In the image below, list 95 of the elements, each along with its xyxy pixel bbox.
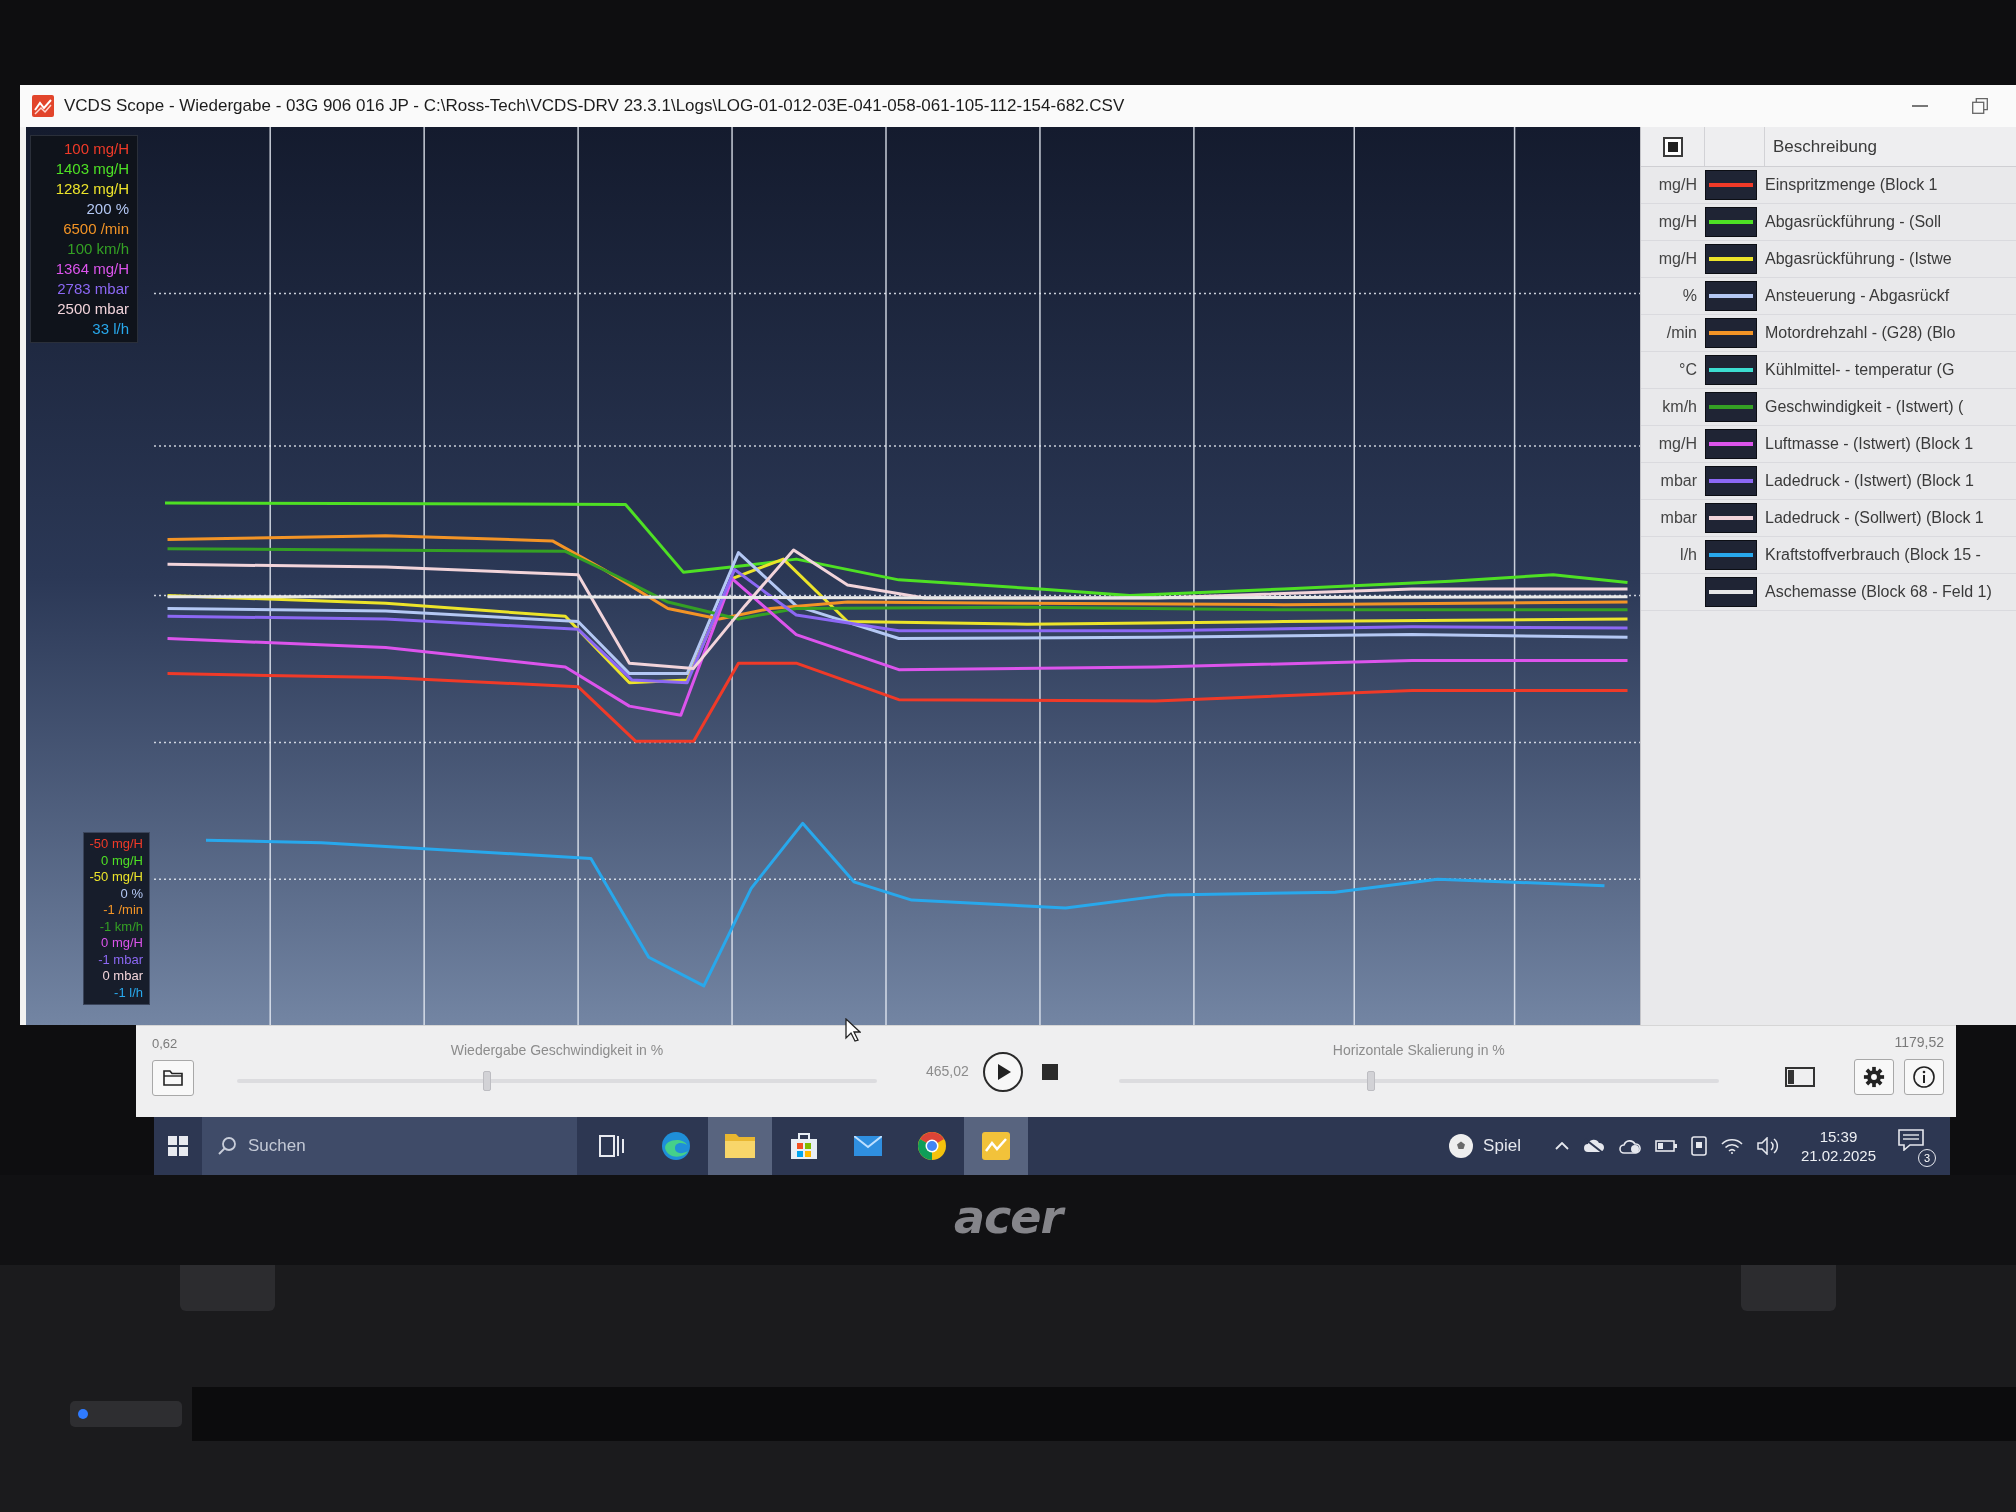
round-logo-icon [918,1132,946,1160]
speech-bubble-icon [1898,1129,1924,1151]
scale-max-label: 6500 /min [63,219,129,239]
start-icon [168,1136,188,1156]
start-time-label: 0,62 [152,1035,178,1053]
scale-min-label: -1 km/h [99,918,143,935]
scale-max-label: 2500 mbar [57,299,129,319]
zigzag-tile-icon [982,1132,1010,1160]
info-icon [1913,1066,1935,1088]
end-time-label: 1179,52 [1894,1033,1944,1052]
shopping-bag-icon [791,1133,817,1159]
open-folder-button[interactable] [152,1059,194,1096]
unit-label: /min [1666,323,1697,343]
speaker-icon[interactable] [1756,1137,1779,1155]
scale-min-label: 0 % [120,885,143,902]
scale-max-label: 1282 mg/H [55,179,129,199]
weather-button[interactable]: Spiel [1441,1117,1529,1175]
search-field[interactable]: Suchen [202,1117,577,1175]
folder-icon [725,1134,755,1158]
slider-label: Wiedergabe Geschwindigkeit in % [450,1041,664,1060]
unit-label: mg/H [1658,212,1697,232]
scale-min-label: 0 mbar [102,968,143,985]
folder-icon [163,1069,183,1086]
chevron-up-icon[interactable] [1554,1142,1569,1150]
envelope-icon [854,1136,882,1156]
speed-slider-track[interactable] [237,1071,877,1091]
channel-description: Geschwindigkeit - (Istwert) ( [1764,397,1964,417]
scale-max-label: 2783 mbar [57,279,129,299]
channel-description: Luftmasse - (Istwert) (Block 1 [1764,434,1974,454]
settings-icon [1863,1066,1885,1088]
mouse-pointer-icon [845,1018,861,1042]
slider-thumb[interactable] [1366,1071,1375,1091]
unit-label: °C [1679,360,1697,380]
scaling-slider-track[interactable] [1118,1071,1719,1091]
sidebar-panel-icon [1785,1067,1815,1087]
power-led-icon [78,1409,88,1419]
scale-min-label: -1 /min [103,902,143,919]
unit-label: % [1682,286,1697,306]
clock-date: 21.02.2025 [1800,1146,1876,1165]
scale-min-label: 0 mg/H [101,935,143,952]
unit-label: mg/H [1658,175,1697,195]
channel-description: Kraftstoffverbrauch (Block 15 - [1764,545,1981,565]
scale-min-label: -1 mbar [98,951,143,968]
scale-max-label: 100 mg/H [63,139,129,159]
notifications-button[interactable]: 3 [1896,1125,1936,1167]
task-view-icon [599,1135,625,1157]
column-header: Beschreibung [1773,135,1877,158]
position-label: 465,02 [926,1062,969,1081]
clock-time: 15:39 [1819,1127,1858,1146]
unit-label: l/h [1680,545,1697,565]
scale-max-label: 1364 mg/H [55,259,129,279]
play-icon [997,1063,1011,1080]
unit-label: km/h [1662,397,1697,417]
unit-label: mg/H [1658,434,1697,454]
header-checkbox[interactable] [1662,136,1683,157]
taskbar-app-button[interactable] [964,1117,1028,1175]
unit-label: mg/H [1658,249,1697,269]
search-icon [218,1137,236,1155]
channel-description: Einspritzmenge (Block 1 [1764,175,1938,195]
wifi-icon[interactable] [1720,1138,1743,1154]
ball-icon [1449,1134,1474,1158]
scale-max-label: 1403 mg/H [55,159,129,179]
settings-button[interactable] [1854,1059,1894,1095]
scale-min-label: -50 mg/H [89,869,143,886]
device-icon[interactable] [1690,1136,1707,1156]
window-title: VCDS Scope - Wiedergabe - 03G 906 016 JP - C:\Ross-Tech\VCDS-DRV 23.3.1\Logs\LOG-01-012-03E-041-058-061-105-112-154-682.CSV [64,95,1125,118]
channel-description: Abgasrückführung - (Istwe [1764,249,1952,269]
scale-min-label: -1 l/h [114,984,143,1001]
channel-description: Motordrehzahl - (G28) (Blo [1764,323,1956,343]
cloud-icon[interactable] [1618,1138,1641,1154]
channel-description: Kühlmittel- - temperatur (G [1764,360,1955,380]
scale-max-label: 33 l/h [92,319,129,339]
channel-description: Abgasrückführung - (Soll [1764,212,1942,232]
power-button[interactable] [70,1401,182,1427]
battery-icon[interactable] [1654,1140,1677,1152]
unit-label: mbar [1660,471,1697,491]
scale-min-label: -50 mg/H [89,836,143,853]
play-button[interactable] [982,1051,1023,1092]
info-button[interactable] [1904,1059,1944,1095]
stop-icon [1041,1063,1058,1080]
cloud-slash-icon[interactable] [1582,1138,1605,1154]
channel-description: Ladedruck - (Istwert) (Block 1 [1764,471,1974,491]
slider-label: Horizontale Skalierung in % [1332,1041,1505,1060]
scale-min-label: 0 mg/H [101,852,143,869]
restore-icon[interactable] [1972,98,1988,114]
notification-badge: 3 [1918,1149,1936,1167]
unit-label: mbar [1660,508,1697,528]
scale-max-label: 200 % [86,199,129,219]
slider-thumb[interactable] [482,1071,491,1091]
channel-description: Ladedruck - (Sollwert) (Block 1 [1764,508,1984,528]
zigzag-logo-icon [32,95,54,117]
channel-description: Ansteuerung - Abgasrückf [1764,286,1950,306]
swirl-icon [662,1132,690,1160]
channel-description: Aschemasse (Block 68 - Feld 1) [1764,582,1992,602]
scale-max-label: 100 km/h [67,239,129,259]
